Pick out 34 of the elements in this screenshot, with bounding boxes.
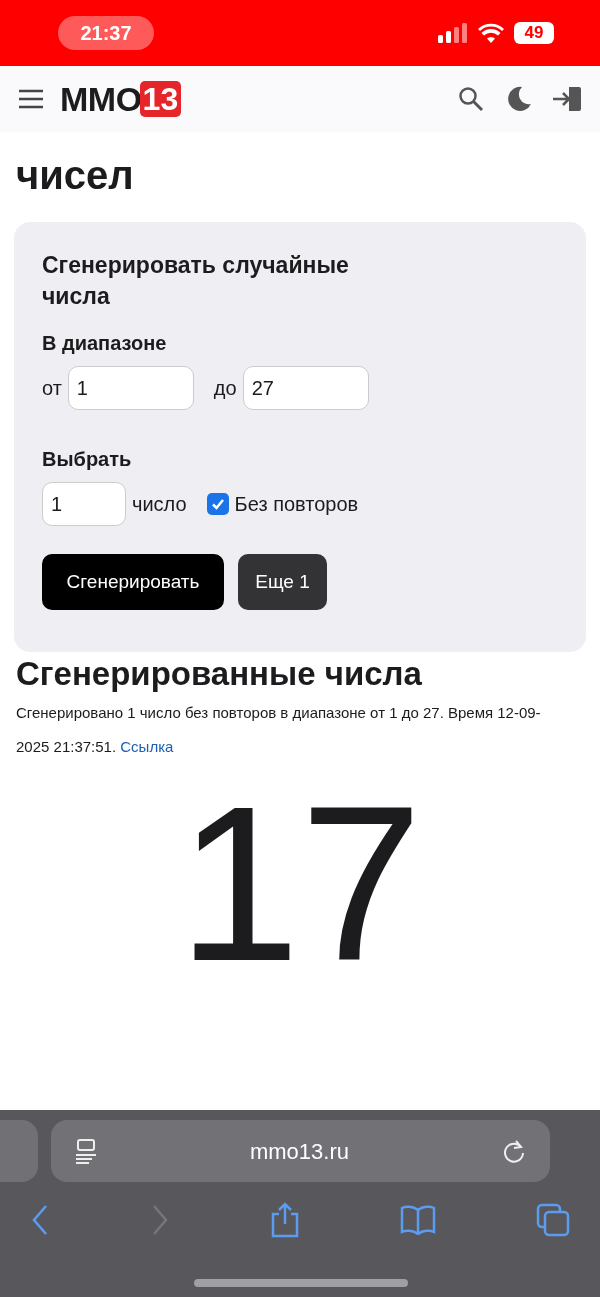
status-time: 21:37 xyxy=(58,16,154,50)
result-title: Сгенерированные числа xyxy=(15,654,423,694)
pick-label: Выбрать xyxy=(42,447,133,472)
menu-icon[interactable] xyxy=(18,89,44,109)
result-link[interactable]: Ссылка xyxy=(120,738,174,755)
back-icon[interactable] xyxy=(30,1204,50,1236)
count-field[interactable]: 1 xyxy=(42,482,126,526)
url-text: mmo13.ru xyxy=(248,1137,350,1166)
reload-icon[interactable] xyxy=(502,1139,526,1163)
tabs-icon[interactable] xyxy=(536,1203,570,1237)
card-title: Сгенерировать случайные числа xyxy=(42,251,350,311)
site-logo[interactable]: ММО13 xyxy=(60,73,182,125)
no-repeat-checkbox[interactable] xyxy=(206,493,229,515)
generate-button[interactable]: Сгенерировать xyxy=(42,554,224,610)
from-label: от xyxy=(42,376,62,401)
from-field[interactable]: 1 xyxy=(67,366,194,410)
page-title: чисел xyxy=(15,152,135,198)
more-button[interactable]: Еще 1 xyxy=(238,554,327,610)
to-label: до xyxy=(213,376,237,401)
search-icon[interactable] xyxy=(458,86,484,112)
address-bar[interactable]: mmo13.ru xyxy=(51,1120,550,1182)
signal-icon xyxy=(438,23,468,43)
reader-icon[interactable] xyxy=(75,1138,97,1164)
to-field[interactable]: 27 xyxy=(242,366,369,410)
book-icon[interactable] xyxy=(400,1205,436,1235)
count-unit: число xyxy=(132,492,187,517)
login-icon[interactable] xyxy=(552,86,582,112)
result-description: Сгенерировано 1 число без повторов в диапазоне от 1 до 27. Время 12-09-2025 21:37:51. Ссылка xyxy=(15,703,542,757)
no-repeat-label: Без повторов xyxy=(234,492,359,517)
wifi-icon xyxy=(478,23,504,43)
generated-number: 17 xyxy=(176,774,424,994)
battery-indicator: 49 xyxy=(514,22,554,44)
share-icon[interactable] xyxy=(270,1202,300,1238)
range-label: В диапазоне xyxy=(42,331,168,356)
